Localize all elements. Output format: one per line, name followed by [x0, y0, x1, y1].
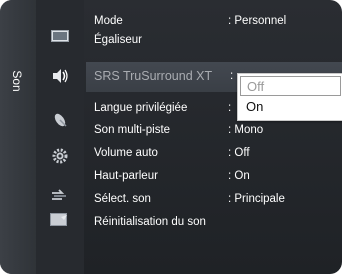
menu-item-label: Volume auto [94, 147, 158, 159]
sound-menu: Mode : Personnel Égaliseur SRS TruSurrou… [94, 0, 342, 274]
menu-item-label: SRS TruSurround XT [94, 69, 213, 83]
satellite-dish-icon[interactable] [50, 110, 70, 130]
menu-item-label: Sélect. son [94, 193, 151, 205]
dropdown-option-on[interactable]: On [240, 97, 341, 117]
tv-screen: Son Mode: Personnel Égaliseur SRS TruSu… [0, 0, 342, 274]
picture-icon[interactable] [50, 26, 70, 46]
menu-item-label: Égaliseur [94, 34, 142, 46]
osd-menu-panel: Son Mode: Personnel Égaliseur SRS TruSu… [0, 0, 342, 274]
menu-item-label: Son multi-piste [94, 124, 171, 136]
menu-item-value: : Off [228, 147, 250, 159]
menu-item-value: : On [228, 170, 250, 182]
dropdown-option-off[interactable]: Off [240, 76, 341, 96]
menu-item-value: : Principale [228, 193, 285, 205]
menu-item-label: Mode [94, 15, 123, 27]
sound-icon[interactable] [50, 66, 70, 86]
srs-option-dropdown[interactable]: Off On [237, 73, 342, 121]
menu-item-label: Réinitialisation du son [94, 216, 206, 228]
media-icon[interactable] [50, 210, 70, 230]
menu-item-value: : Personnel [228, 15, 287, 27]
menu-item-label: Langue privilégiée [94, 102, 188, 114]
menu-item-value: : [228, 102, 232, 114]
gear-icon[interactable] [50, 146, 70, 166]
menu-item-value: : [230, 70, 234, 82]
input-icon[interactable] [50, 186, 70, 206]
menu-item-label: Haut-parleur [94, 170, 158, 182]
category-label: Son [10, 70, 24, 92]
menu-item-value: : Mono [228, 124, 264, 136]
category-tab: Son [0, 0, 37, 274]
